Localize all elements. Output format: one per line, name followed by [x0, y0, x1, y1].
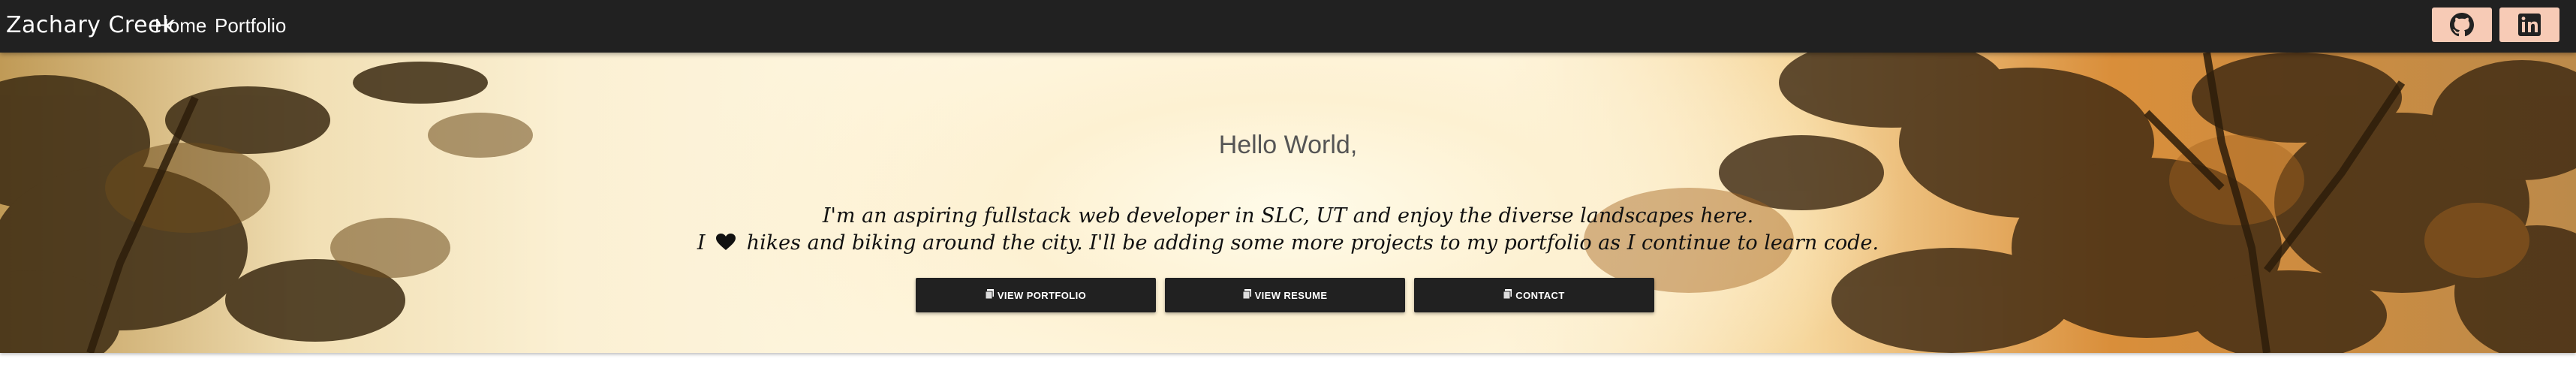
hero-hobbies-start: I — [697, 231, 706, 255]
view-resume-label: VIEW RESUME — [1254, 289, 1328, 301]
linkedin-icon — [2518, 14, 2541, 36]
hero-intro-line: I'm an aspiring fullstack web developer … — [822, 204, 1754, 228]
hero-banner: Hello World, I'm an aspiring fullstack w… — [0, 53, 2576, 353]
github-icon — [2450, 13, 2474, 37]
hero-hobbies-line: I hikes and biking around the city. I'll… — [0, 231, 2576, 256]
file-icon — [985, 289, 995, 301]
contact-label: CONTACT — [1515, 289, 1565, 301]
hero-greeting: Hello World, — [1218, 131, 1358, 159]
nav-portfolio-link[interactable]: Portfolio — [215, 11, 286, 41]
view-resume-button[interactable]: VIEW RESUME — [1165, 278, 1405, 312]
heart-icon — [716, 233, 736, 256]
hero-hobbies-end: hikes and biking around the city. I'll b… — [746, 231, 1879, 255]
view-portfolio-label: VIEW PORTFOLIO — [997, 289, 1087, 301]
nav-home-link[interactable]: Home — [155, 11, 206, 41]
file-icon — [1242, 289, 1252, 301]
github-button[interactable] — [2432, 8, 2492, 42]
contact-button[interactable]: CONTACT — [1414, 278, 1654, 312]
brand-logo[interactable]: Zachary Creek — [6, 11, 176, 41]
linkedin-button[interactable] — [2499, 8, 2559, 42]
file-icon — [1503, 289, 1512, 301]
navbar: Zachary Creek Home Portfolio — [0, 0, 2576, 53]
view-portfolio-button[interactable]: VIEW PORTFOLIO — [916, 278, 1156, 312]
